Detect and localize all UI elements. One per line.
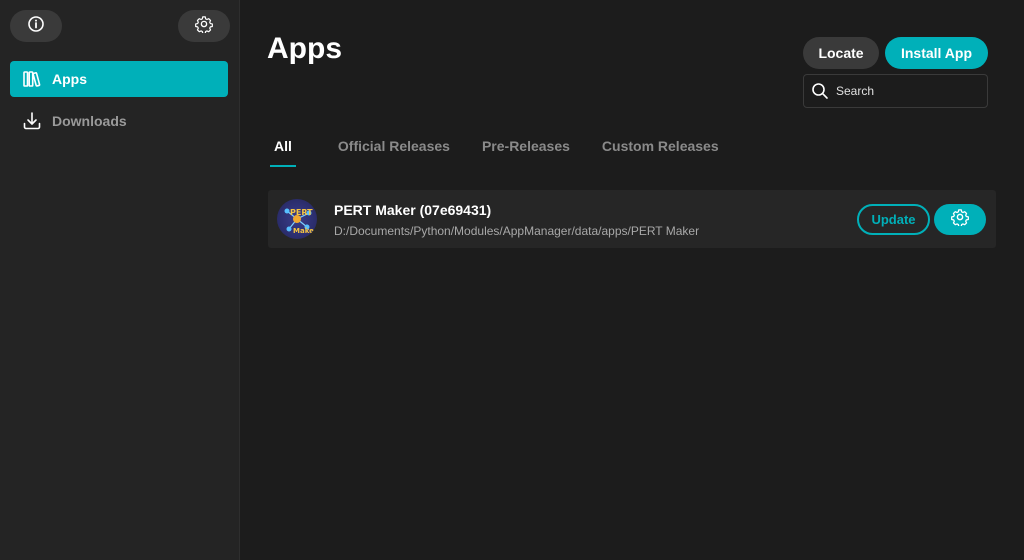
search-box (803, 74, 988, 108)
page-title: Apps (267, 32, 342, 65)
library-icon (22, 69, 42, 89)
info-button[interactable] (10, 10, 62, 42)
app-name: PERT Maker (07e69431) (334, 202, 492, 218)
sidebar-item-downloads[interactable]: Downloads (10, 103, 228, 139)
info-icon (27, 15, 45, 38)
gear-icon (951, 208, 969, 231)
download-icon (22, 111, 42, 131)
sidebar: Apps Downloads (0, 0, 240, 560)
gear-icon (195, 15, 213, 38)
sidebar-item-label: Apps (52, 71, 87, 87)
sidebar-item-apps[interactable]: Apps (10, 61, 228, 97)
update-button[interactable]: Update (857, 204, 930, 235)
app-list-item[interactable]: PERT Maker PERT Maker (07e69431) D:/Docu… (268, 190, 996, 248)
tab-official-releases[interactable]: Official Releases (338, 136, 450, 168)
tab-custom-releases[interactable]: Custom Releases (602, 136, 719, 168)
search-input[interactable] (836, 84, 976, 98)
sidebar-item-label: Downloads (52, 113, 127, 129)
tab-pre-releases[interactable]: Pre-Releases (482, 136, 570, 168)
tab-all[interactable]: All (270, 136, 296, 168)
search-icon (810, 81, 830, 101)
app-settings-button[interactable] (934, 204, 986, 235)
app-logo-text-1: PERT (290, 208, 313, 217)
app-logo-text-2: Maker (293, 227, 317, 235)
app-path: D:/Documents/Python/Modules/AppManager/d… (334, 224, 700, 238)
app-logo: PERT Maker (277, 199, 317, 239)
locate-button[interactable]: Locate (803, 37, 879, 69)
install-app-button[interactable]: Install App (885, 37, 988, 69)
settings-button[interactable] (178, 10, 230, 42)
release-tabs: All Official Releases Pre-Releases Custo… (270, 136, 751, 168)
